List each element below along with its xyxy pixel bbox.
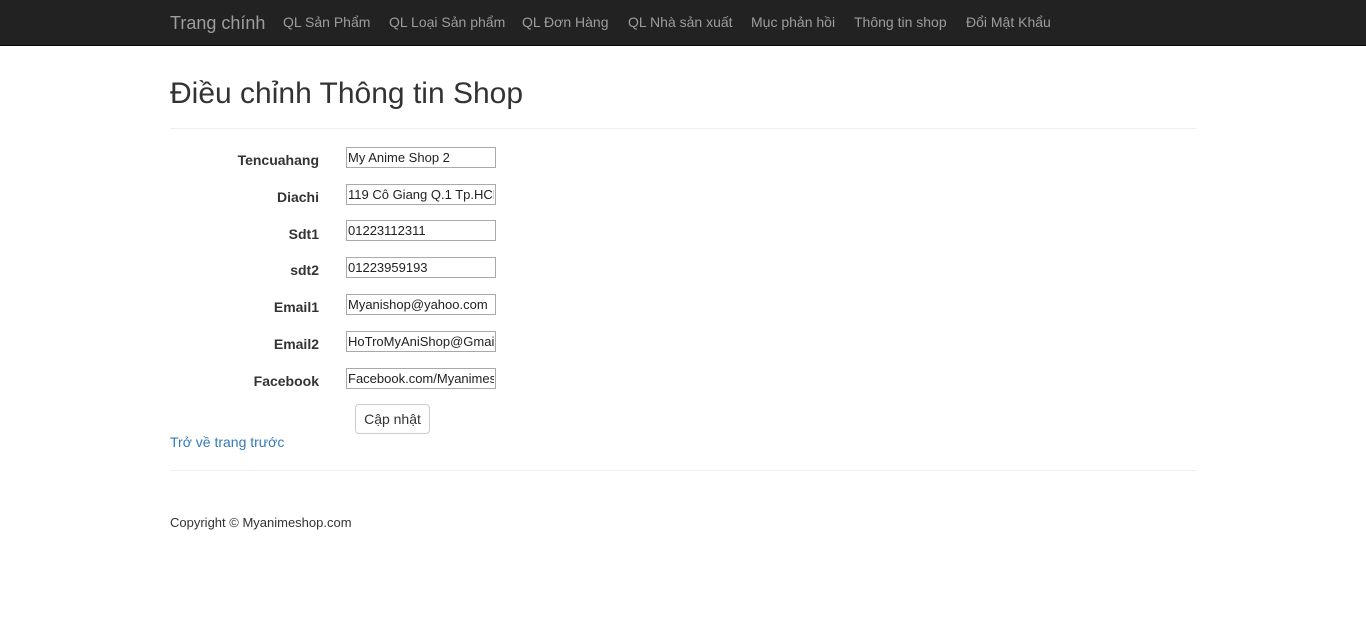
label-tencuahang: Tencuahang bbox=[237, 152, 319, 168]
email2-input[interactable] bbox=[346, 331, 496, 352]
brand-link[interactable]: Trang chính bbox=[170, 13, 265, 34]
label-sdt2: sdt2 bbox=[290, 262, 319, 278]
label-diachi: Diachi bbox=[276, 189, 319, 205]
update-button[interactable]: Cập nhật bbox=[355, 404, 430, 434]
nav-item-ql-don-hang[interactable]: QL Đơn Hàng bbox=[522, 14, 608, 30]
footer-divider bbox=[170, 470, 1196, 471]
top-navbar: Trang chính QL Sản Phẩm QL Loại Sản phẩm… bbox=[0, 0, 1366, 46]
label-facebook: Facebook bbox=[253, 373, 319, 389]
label-email2: Email2 bbox=[273, 336, 319, 352]
title-divider bbox=[170, 128, 1196, 129]
nav-item-muc-phan-hoi[interactable]: Mục phản hồi bbox=[751, 14, 835, 30]
diachi-input[interactable] bbox=[346, 184, 496, 205]
back-link[interactable]: Trở về trang trước bbox=[170, 434, 284, 450]
nav-item-ql-loai-san-pham[interactable]: QL Loại Sản phẩm bbox=[389, 14, 505, 30]
nav-item-doi-mat-khau[interactable]: Đổi Mật Khẩu bbox=[966, 14, 1051, 30]
nav-item-ql-san-pham[interactable]: QL Sản Phẩm bbox=[283, 14, 370, 30]
sdt2-input[interactable] bbox=[346, 257, 496, 278]
nav-item-thong-tin-shop[interactable]: Thông tin shop bbox=[854, 14, 947, 30]
label-sdt1: Sdt1 bbox=[288, 226, 319, 242]
label-email1: Email1 bbox=[273, 299, 319, 315]
page-title: Điều chỉnh Thông tin Shop bbox=[170, 77, 524, 110]
facebook-input[interactable] bbox=[346, 368, 496, 389]
tencuahang-input[interactable] bbox=[346, 147, 496, 168]
sdt1-input[interactable] bbox=[346, 220, 496, 241]
footer-copyright: Copyright © Myanimeshop.com bbox=[170, 515, 352, 530]
nav-item-ql-nha-san-xuat[interactable]: QL Nhà sản xuất bbox=[628, 14, 733, 30]
email1-input[interactable] bbox=[346, 294, 496, 315]
